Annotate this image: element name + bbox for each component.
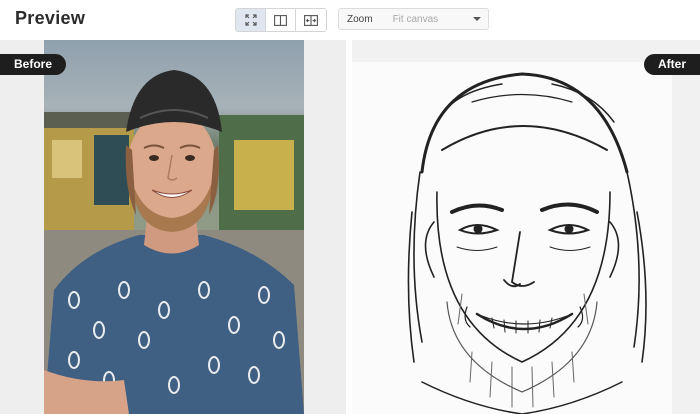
compare-slider-icon [304,14,318,26]
zoom-select[interactable]: Zoom Fit canvas [338,8,489,30]
page-title: Preview [15,8,86,28]
fit-screen-icon [244,14,257,26]
view-mode-toggle-group [235,8,327,32]
preview-header: Preview Zoom Fit canvas [0,0,700,40]
before-label: Before [0,54,67,75]
fit-screen-button[interactable] [236,9,266,31]
split-view-icon [274,14,287,26]
zoom-label: Zoom [347,13,373,25]
split-view-button[interactable] [266,9,296,31]
before-photo [44,40,304,414]
after-label: After [643,54,700,75]
after-sketch-image [352,62,672,414]
zoom-value: Fit canvas [392,13,439,25]
preview-canvas: Before After [0,40,700,414]
before-pane: Before [0,40,346,414]
compare-slider-button[interactable] [296,9,326,31]
chevron-down-icon [473,17,481,21]
